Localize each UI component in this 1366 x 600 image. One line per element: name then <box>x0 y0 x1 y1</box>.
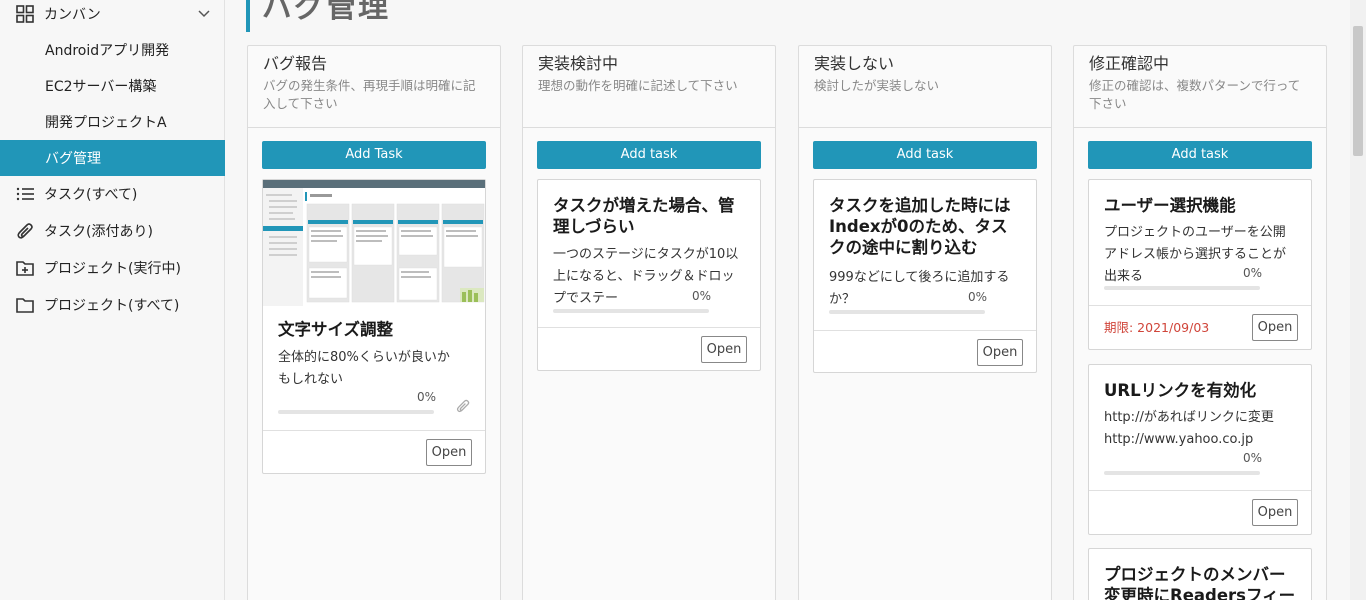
card-title: タスクを追加した時にはIndexが0のため、タスクの途中に割り込む <box>829 196 1011 257</box>
open-button[interactable]: Open <box>701 336 747 363</box>
progress-text: 0% <box>692 289 712 303</box>
add-task-button[interactable]: Add Task <box>262 141 486 169</box>
sidebar-item-label: タスク(すべて) <box>44 187 138 203</box>
open-button[interactable]: Open <box>1252 314 1298 341</box>
column-description: 修正の確認は、複数パターンで行って下さい <box>1089 78 1301 111</box>
column-under-review: 実装検討中 理想の動作を明確に記述して下さい Add task タスクが増えた場… <box>522 45 776 600</box>
task-card[interactable]: タスクが増えた場合、管理しづらい 一つのステージにタスクが10以上になると、ドラ… <box>537 179 761 371</box>
task-card[interactable]: プロジェクトのメンバー変更時にReadersフィールドを <box>1088 548 1312 600</box>
card-description: 一つのステージにタスクが10以上になると、ドラッグ＆ドロップでステー <box>553 247 739 306</box>
card-title: ユーザー選択機能 <box>1104 196 1236 215</box>
task-card[interactable]: ユーザー選択機能 プロジェクトのユーザーを公開アドレス帳から選択することが出来る… <box>1088 179 1312 350</box>
sidebar-item-label: 開発プロジェクトA <box>45 115 167 131</box>
sidebar-item-bug-management[interactable]: バグ管理 <box>0 140 225 176</box>
grid-icon <box>14 3 36 25</box>
progress-text: 0% <box>1243 451 1263 465</box>
sidebar-item-tasks-attached[interactable]: タスク(添付あり) <box>0 213 225 249</box>
column-title: バグ報告 <box>263 54 328 73</box>
progress-text: 0% <box>417 390 437 404</box>
column-description: 検討したが実装しない <box>814 78 940 93</box>
column-description: 理想の動作を明確に記述して下さい <box>538 78 738 93</box>
card-title: URLリンクを有効化 <box>1104 381 1257 400</box>
sidebar-item-label: プロジェクト(実行中) <box>44 261 181 277</box>
sidebar-item-label: Androidアプリ開発 <box>45 43 170 59</box>
scrollbar-thumb[interactable] <box>1353 26 1363 156</box>
sidebar-item-label: EC2サーバー構築 <box>45 79 157 95</box>
card-description: http://があればリンクに変更 <box>1104 410 1274 425</box>
sidebar-item-ec2[interactable]: EC2サーバー構築 <box>0 68 225 104</box>
card-description: プロジェクトのユーザーを公開アドレス帳から選択することが出来る <box>1104 225 1287 284</box>
column-header: 実装しない 検討したが実装しない <box>799 46 1051 128</box>
folder-plus-icon <box>14 257 36 279</box>
progress-bar <box>829 310 985 314</box>
card-title: タスクが増えた場合、管理しづらい <box>553 196 735 236</box>
card-footer: Open <box>814 330 1036 374</box>
add-task-button[interactable]: Add task <box>537 141 761 169</box>
open-button[interactable]: Open <box>426 439 472 466</box>
progress-bar <box>278 410 434 414</box>
sidebar-item-projects-running[interactable]: プロジェクト(実行中) <box>0 250 225 286</box>
sidebar-item-projects-all[interactable]: プロジェクト(すべて) <box>0 287 225 323</box>
open-button[interactable]: Open <box>1252 499 1298 526</box>
card-description: 全体的に80%くらいが良いかもしれない <box>278 350 450 387</box>
folder-icon <box>14 294 36 316</box>
progress-text: 0% <box>968 290 988 304</box>
progress-text: 0% <box>1243 266 1263 280</box>
sidebar-item-label: カンバン <box>44 7 101 23</box>
column-header: 修正確認中 修正の確認は、複数パターンで行って下さい <box>1074 46 1326 128</box>
column-header: 実装検討中 理想の動作を明確に記述して下さい <box>523 46 775 128</box>
page-title: バグ管理 <box>246 0 390 32</box>
column-bug-report: バグ報告 バグの発生条件、再現手順は明確に記入して下さい Add Task 文字… <box>247 45 501 600</box>
add-task-button[interactable]: Add task <box>813 141 1037 169</box>
main-content: バグ管理 バグ報告 バグの発生条件、再現手順は明確に記入して下さい Add Ta… <box>225 0 1350 600</box>
sidebar-item-all-tasks[interactable]: タスク(すべて) <box>0 176 225 212</box>
paperclip-icon <box>14 220 36 242</box>
card-footer: Open <box>538 327 760 371</box>
progress-bar <box>1104 471 1260 475</box>
card-footer: Open <box>1089 490 1311 535</box>
paperclip-icon <box>455 398 471 418</box>
task-card[interactable]: タスクを追加した時にはIndexが0のため、タスクの途中に割り込む 999などに… <box>813 179 1037 373</box>
column-header: バグ報告 バグの発生条件、再現手順は明確に記入して下さい <box>248 46 500 128</box>
column-description: バグの発生条件、再現手順は明確に記入して下さい <box>263 78 476 111</box>
column-title: 実装検討中 <box>538 54 619 73</box>
progress-bar <box>553 309 709 313</box>
list-icon <box>14 183 36 205</box>
card-title: 文字サイズ調整 <box>278 320 394 339</box>
column-title: 実装しない <box>814 54 895 73</box>
sidebar: カンバン Androidアプリ開発 EC2サーバー構築 開発プロジェクトA バグ… <box>0 0 225 600</box>
sidebar-item-label: バグ管理 <box>45 151 101 167</box>
attachment-thumbnail[interactable] <box>263 180 485 306</box>
add-task-button[interactable]: Add task <box>1088 141 1312 169</box>
column-not-implemented: 実装しない 検討したが実装しない Add task タスクを追加した時にはInd… <box>798 45 1052 600</box>
scrollbar[interactable] <box>1350 0 1366 600</box>
chevron-down-icon[interactable] <box>197 6 211 24</box>
sidebar-item-kanban[interactable]: カンバン <box>0 0 225 32</box>
card-footer: 期限: 2021/09/03 Open <box>1089 305 1311 350</box>
column-title: 修正確認中 <box>1089 54 1170 73</box>
card-description: 999などにして後ろに追加するか？ <box>829 270 1010 307</box>
column-fix-confirmation: 修正確認中 修正の確認は、複数パターンで行って下さい Add task ユーザー… <box>1073 45 1327 600</box>
due-date: 期限: 2021/09/03 <box>1104 320 1210 335</box>
progress-bar <box>1104 286 1260 290</box>
card-description: http://www.yahoo.co.jp <box>1104 432 1254 447</box>
sidebar-item-project-a[interactable]: 開発プロジェクトA <box>0 104 225 140</box>
card-footer: Open <box>263 430 485 474</box>
task-card[interactable]: URLリンクを有効化 http://があればリンクに変更 http://www.… <box>1088 364 1312 535</box>
sidebar-item-android[interactable]: Androidアプリ開発 <box>0 32 225 68</box>
sidebar-item-label: プロジェクト(すべて) <box>44 298 180 314</box>
card-title: プロジェクトのメンバー変更時にReadersフィールドを <box>1104 565 1296 600</box>
task-card[interactable]: 文字サイズ調整 全体的に80%くらいが良いかもしれない 0% Open <box>262 179 486 474</box>
open-button[interactable]: Open <box>977 339 1023 366</box>
sidebar-item-label: タスク(添付あり) <box>44 224 153 240</box>
app-window: カンバン Androidアプリ開発 EC2サーバー構築 開発プロジェクトA バグ… <box>0 0 1366 600</box>
